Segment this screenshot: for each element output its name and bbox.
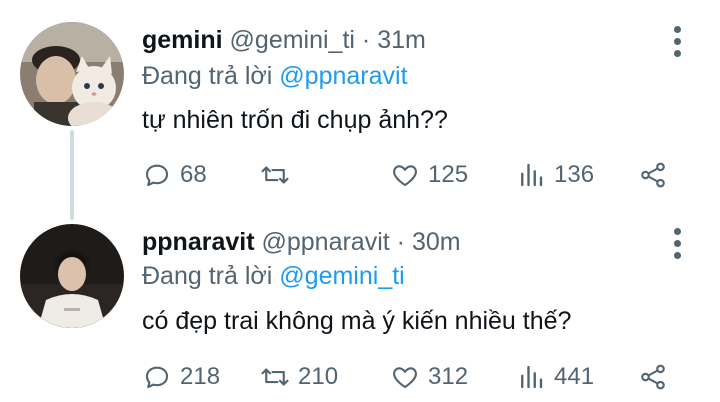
replying-to: Đang trả lời @ppnaravit bbox=[142, 62, 408, 91]
bar-chart-icon bbox=[521, 163, 543, 187]
retweet-icon bbox=[261, 368, 289, 386]
user-handle[interactable]: @gemini_ti bbox=[230, 26, 355, 54]
retweet-count: 210 bbox=[298, 363, 339, 390]
retweet-button[interactable] bbox=[260, 158, 298, 192]
reply-button[interactable]: 68 bbox=[142, 158, 207, 192]
retweet-icon bbox=[261, 166, 289, 184]
tweet-text: có đẹp trai không mà ý kiến nhiều thế? bbox=[142, 307, 572, 335]
reply-mention-link[interactable]: @ppnaravit bbox=[279, 62, 407, 90]
like-button[interactable]: 125 bbox=[390, 158, 468, 192]
tweet-text: tự nhiên trốn đi chụp ảnh?? bbox=[142, 106, 448, 134]
speech-bubble-icon bbox=[145, 366, 169, 389]
views-count: 441 bbox=[554, 363, 595, 390]
reply-count: 218 bbox=[180, 363, 221, 390]
reply-count: 68 bbox=[180, 161, 207, 188]
views-count: 136 bbox=[554, 161, 595, 188]
more-options-button[interactable] bbox=[668, 24, 688, 60]
avatar[interactable] bbox=[20, 22, 124, 126]
more-dot bbox=[674, 38, 681, 45]
tweet-gemini[interactable]: gemini @gemini_ti · 31m Đang trả lời @pp… bbox=[0, 0, 720, 220]
reply-prefix: Đang trả lời bbox=[142, 62, 273, 90]
views-button[interactable]: 136 bbox=[516, 158, 594, 192]
avatar[interactable] bbox=[20, 224, 124, 328]
reply-prefix: Đang trả lời bbox=[142, 262, 273, 290]
share-icon bbox=[641, 162, 665, 188]
more-vertical-icon bbox=[674, 228, 681, 235]
display-name[interactable]: gemini bbox=[142, 26, 223, 54]
share-icon bbox=[641, 364, 665, 390]
heart-icon bbox=[393, 165, 417, 187]
like-count: 125 bbox=[428, 161, 469, 188]
bar-chart-icon bbox=[521, 365, 543, 389]
share-button[interactable] bbox=[638, 158, 676, 192]
action-bar: 218 210 312 441 bbox=[142, 360, 682, 394]
more-options-button[interactable] bbox=[668, 226, 688, 262]
like-count: 312 bbox=[428, 363, 469, 390]
heart-icon bbox=[393, 367, 417, 389]
share-button[interactable] bbox=[638, 360, 676, 394]
display-name[interactable]: ppnaravit bbox=[142, 228, 255, 256]
tweet-ppnaravit[interactable]: ppnaravit @ppnaravit · 30m Đang trả lời … bbox=[0, 210, 720, 402]
reply-mention-link[interactable]: @gemini_ti bbox=[279, 262, 404, 290]
replying-to: Đang trả lời @gemini_ti bbox=[142, 262, 405, 291]
retweet-button[interactable]: 210 bbox=[260, 360, 338, 394]
tweet-header: gemini @gemini_ti · 31m bbox=[142, 26, 426, 55]
like-button[interactable]: 312 bbox=[390, 360, 468, 394]
separator-dot: · bbox=[396, 228, 405, 256]
timestamp[interactable]: 30m bbox=[412, 228, 461, 256]
more-dot bbox=[674, 50, 681, 57]
thread-line bbox=[70, 130, 74, 220]
user-handle[interactable]: @ppnaravit bbox=[261, 228, 389, 256]
reply-button[interactable]: 218 bbox=[142, 360, 220, 394]
more-dot bbox=[674, 252, 681, 259]
more-dot bbox=[674, 240, 681, 247]
separator-dot: · bbox=[361, 26, 371, 54]
action-bar: 68 125 136 bbox=[142, 158, 682, 192]
more-vertical-icon bbox=[674, 26, 681, 33]
tweet-header: ppnaravit @ppnaravit · 30m bbox=[142, 228, 461, 257]
views-button[interactable]: 441 bbox=[516, 360, 594, 394]
timestamp[interactable]: 31m bbox=[377, 26, 426, 54]
speech-bubble-icon bbox=[145, 164, 169, 187]
